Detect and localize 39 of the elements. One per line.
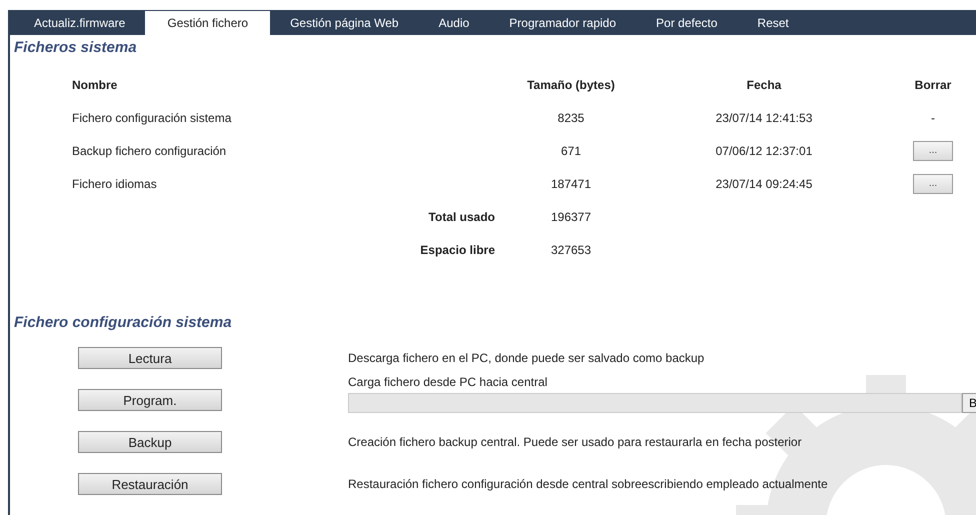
delete-button[interactable]: ... <box>913 140 953 160</box>
action-description: Restauración fichero configuración desde central sobreescribiendo empleado actualmente <box>348 477 829 491</box>
table-cell: Fichero configuración sistema <box>72 110 232 124</box>
table-cell: 8235 <box>558 110 584 124</box>
column-header: Nombre <box>72 78 118 92</box>
action-button[interactable]: Backup <box>78 431 222 453</box>
column-header: Borrar <box>914 78 952 92</box>
column-header: Tamaño (bytes) <box>527 78 615 92</box>
table-cell: 23/07/14 12:41:53 <box>716 110 812 124</box>
tab[interactable]: Audio <box>418 10 490 35</box>
tab[interactable]: Programador rapido <box>489 10 636 35</box>
action-description: Carga fichero desde PC hacia central <box>348 375 548 389</box>
action-button[interactable]: Program. <box>78 389 222 411</box>
table-cell: 23/07/14 09:24:45 <box>716 176 812 190</box>
action-button[interactable]: Lectura <box>78 347 222 369</box>
table-cell: 671 <box>560 144 582 158</box>
tab[interactable]: Por defecto <box>636 10 738 35</box>
action-description: Creación fichero backup central. Puede ser usado para restaurarla en fecha posterior <box>348 435 803 449</box>
total-label: Total usado <box>428 210 495 224</box>
total-label: Espacio libre <box>420 242 495 256</box>
total-value: 196377 <box>550 210 592 224</box>
browse-button[interactable]: B <box>962 393 976 413</box>
delete-button[interactable]: ... <box>913 174 953 194</box>
tab[interactable]: Gestión fichero <box>145 11 270 35</box>
table-cell: 07/06/12 12:37:01 <box>716 144 812 158</box>
tab[interactable]: Actualiz.firmware <box>14 10 146 35</box>
table-cell: Fichero idiomas <box>72 176 157 190</box>
tab[interactable]: Reset <box>737 10 809 35</box>
action-description: Descarga fichero en el PC, donde puede ser salvado como backup <box>348 351 706 365</box>
column-header: Fecha <box>746 78 782 92</box>
total-value: 327653 <box>550 242 592 256</box>
section-title: Fichero configuración sistema <box>14 314 233 331</box>
table-cell: Backup fichero configuración <box>72 144 226 158</box>
section-title: Ficheros sistema <box>14 39 138 56</box>
delete-cell: - <box>931 110 935 124</box>
table-cell: 187471 <box>550 176 592 190</box>
tab[interactable]: Gestión página Web <box>270 10 419 35</box>
action-button[interactable]: Restauración <box>78 473 222 495</box>
file-path-field[interactable] <box>348 393 962 413</box>
